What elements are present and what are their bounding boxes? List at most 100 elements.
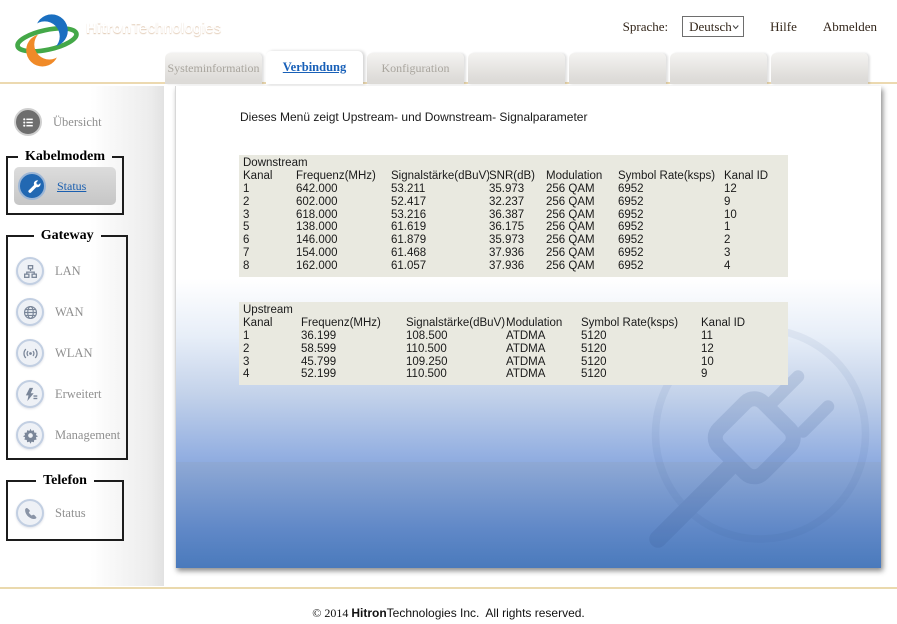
footer: © 2014 HitronTechnologies Inc. All right… — [0, 606, 897, 621]
table-cell: 2 — [724, 234, 788, 247]
management-icon — [16, 421, 44, 449]
table-cell: 2 — [243, 343, 301, 356]
downstream-section: Downstream KanalFrequenz(MHz)Signalstärk… — [239, 155, 788, 277]
table-cell: 602.000 — [296, 196, 391, 209]
table-cell: 10 — [724, 209, 788, 222]
table-cell: 61.879 — [391, 234, 489, 247]
table-cell: Kanal ID — [701, 317, 788, 330]
table-cell: Kanal — [243, 170, 296, 183]
wan-icon — [16, 298, 44, 326]
tab-empty-2[interactable] — [569, 53, 666, 84]
sidebar-item-lan[interactable]: LAN — [16, 257, 120, 285]
table-cell: 110.500 — [406, 343, 506, 356]
table-cell: Frequenz(MHz) — [296, 170, 391, 183]
sidebar-item-label: Übersicht — [53, 115, 102, 130]
table-cell: 2 — [243, 196, 296, 209]
table-cell: ATDMA — [506, 356, 581, 369]
sidebar-item-wan[interactable]: WAN — [16, 298, 120, 326]
table-header-row: KanalFrequenz(MHz)Signalstärke(dBuV)Modu… — [243, 317, 788, 330]
sidebar-item-erweitert[interactable]: Erweitert — [16, 380, 120, 408]
table-cell: 6952 — [618, 196, 724, 209]
table-cell: 6952 — [618, 260, 724, 273]
table-cell: 146.000 — [296, 234, 391, 247]
sidebar-item-management[interactable]: Management — [16, 421, 120, 449]
table-cell: 162.000 — [296, 260, 391, 273]
table-cell: 3 — [724, 247, 788, 260]
table-cell: 256 QAM — [546, 183, 618, 196]
table-cell: 61.468 — [391, 247, 489, 260]
wrench-icon — [18, 172, 46, 200]
table-cell: 256 QAM — [546, 221, 618, 234]
table-cell: 35.973 — [489, 183, 546, 196]
sidebar-item-kabelmodem-status[interactable]: Status — [14, 167, 116, 205]
table-cell: 108.500 — [406, 330, 506, 343]
table-cell: 642.000 — [296, 183, 391, 196]
tab-systeminformation[interactable]: Systeminformation — [165, 53, 262, 84]
lan-icon — [16, 257, 44, 285]
tab-empty-1[interactable] — [468, 53, 565, 84]
header: HitronTechnologies Sprache: Deutsch Hilf… — [0, 0, 897, 84]
table-row: 7154.00061.46837.936256 QAM69523 — [243, 247, 788, 260]
table-cell: Symbol Rate(ksps) — [581, 317, 701, 330]
table-cell: 6952 — [618, 221, 724, 234]
table-cell: ATDMA — [506, 343, 581, 356]
table-row: 8162.00061.05737.936256 QAM69524 — [243, 260, 788, 273]
help-link[interactable]: Hilfe — [770, 19, 797, 35]
table-cell: 37.936 — [489, 260, 546, 273]
table-cell: 53.216 — [391, 209, 489, 222]
downstream-title: Downstream — [243, 157, 788, 170]
table-row: 6146.00061.87935.973256 QAM69522 — [243, 234, 788, 247]
content-panel: Dieses Menü zeigt Upstream- und Downstre… — [175, 86, 881, 568]
table-row: 258.599110.500ATDMA512012 — [243, 343, 788, 356]
table-row: 136.199108.500ATDMA512011 — [243, 330, 788, 343]
table-cell: 7 — [243, 247, 296, 260]
table-row: 2602.00052.41732.237256 QAM69529 — [243, 196, 788, 209]
table-cell: 4 — [724, 260, 788, 273]
table-cell: 5120 — [581, 343, 701, 356]
table-cell: Kanal ID — [724, 170, 788, 183]
table-cell: 1 — [724, 221, 788, 234]
sidebar-item-label[interactable]: Status — [57, 179, 86, 194]
table-row: 345.799109.250ATDMA512010 — [243, 356, 788, 369]
table-cell: 61.619 — [391, 221, 489, 234]
table-cell: 10 — [701, 356, 788, 369]
upstream-title: Upstream — [243, 304, 788, 317]
table-cell: 256 QAM — [546, 234, 618, 247]
chevron-down-icon — [732, 22, 739, 32]
sidebar-item-label: WAN — [55, 305, 83, 320]
table-cell: Signalstärke(dBuV) — [406, 317, 506, 330]
sidebar-item-label: Management — [55, 428, 120, 443]
upstream-section: Upstream KanalFrequenz(MHz)Signalstärke(… — [239, 302, 788, 385]
header-controls: Sprache: Deutsch Hilfe Abmelden — [623, 16, 877, 37]
table-cell: ATDMA — [506, 330, 581, 343]
table-cell: Frequenz(MHz) — [301, 317, 406, 330]
tab-verbindung[interactable]: Verbindung — [266, 51, 363, 84]
sidebar-group-kabelmodem: Kabelmodem Status — [6, 149, 124, 215]
group-legend: Kabelmodem — [18, 149, 112, 165]
table-row: 1642.00053.21135.973256 QAM695212 — [243, 183, 788, 196]
table-cell: 8 — [243, 260, 296, 273]
language-label: Sprache: — [623, 19, 668, 35]
sidebar-item-label: Erweitert — [55, 387, 102, 402]
table-cell: Signalstärke(dBuV) — [391, 170, 489, 183]
sidebar-item-overview[interactable]: Übersicht — [14, 108, 164, 136]
sidebar-group-gateway: Gateway LAN WAN WLAN Erweitert — [6, 228, 128, 460]
brand-name: HitronTechnologies — [86, 20, 221, 37]
tab-empty-4[interactable] — [771, 53, 868, 84]
language-select[interactable]: Deutsch — [682, 16, 744, 37]
sidebar: Übersicht Kabelmodem Status Gateway LAN … — [0, 86, 164, 586]
table-cell: 5120 — [581, 330, 701, 343]
table-cell: 1 — [243, 183, 296, 196]
table-row: 452.199110.500ATDMA51209 — [243, 368, 788, 381]
table-cell: 12 — [701, 343, 788, 356]
table-cell: 53.211 — [391, 183, 489, 196]
table-cell: 9 — [724, 196, 788, 209]
table-cell: 110.500 — [406, 368, 506, 381]
sidebar-item-telefon-status[interactable]: Status — [16, 499, 116, 527]
tab-empty-3[interactable] — [670, 53, 767, 84]
sidebar-item-wlan[interactable]: WLAN — [16, 339, 120, 367]
list-icon — [14, 108, 42, 136]
table-cell: 1 — [243, 330, 301, 343]
logout-link[interactable]: Abmelden — [823, 19, 877, 35]
tab-konfiguration[interactable]: Konfiguration — [367, 53, 464, 84]
